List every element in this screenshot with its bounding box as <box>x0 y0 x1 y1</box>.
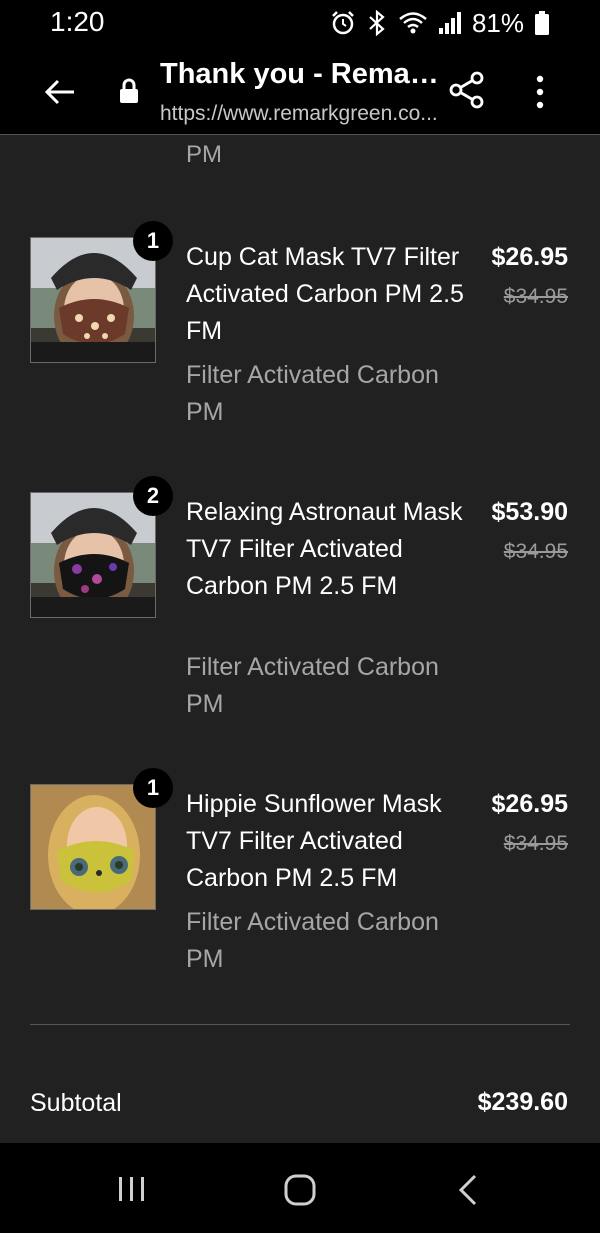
product-thumbnail[interactable] <box>30 492 156 618</box>
lock-icon[interactable] <box>118 78 140 104</box>
product-price: $53.90 <box>491 498 568 526</box>
order-summary: PM 1 Cup Cat Mask TV7 Filter Activated C… <box>0 135 600 1143</box>
back-icon[interactable] <box>456 1173 480 1207</box>
divider <box>30 1024 570 1025</box>
battery-percent: 81% <box>471 7 524 38</box>
battery-icon <box>535 11 549 35</box>
bluetooth-icon <box>369 10 385 36</box>
product-variant: Filter Activated Carbon PM <box>186 361 439 426</box>
home-icon[interactable] <box>283 1173 317 1207</box>
product-variant: Filter Activated Carbon PM <box>186 908 439 973</box>
subtotal-label: Subtotal <box>30 1089 122 1117</box>
product-variant: Filter Activated Carbon PM <box>186 653 439 718</box>
alarm-icon <box>332 11 354 35</box>
status-bar: 1:20 81% <box>0 0 600 48</box>
product-name[interactable]: Hippie Sunflower Mask TV7 Filter Activat… <box>186 786 466 897</box>
status-time: 1:20 <box>50 6 105 37</box>
browser-app-bar: Thank you - Remark... https://www.remark… <box>0 48 600 135</box>
product-price: $26.95 <box>491 790 568 818</box>
product-price: $26.95 <box>491 243 568 271</box>
product-name[interactable]: Cup Cat Mask TV7 Filter Activated Carbon… <box>186 239 466 350</box>
share-icon[interactable] <box>448 70 486 110</box>
quantity-badge: 1 <box>133 221 173 261</box>
page-url[interactable]: https://www.remarkgreen.co... <box>160 102 445 126</box>
system-nav-bar <box>0 1143 600 1233</box>
recents-icon[interactable] <box>116 1173 148 1205</box>
product-thumbnail[interactable] <box>30 237 156 363</box>
subtotal-value: $239.60 <box>477 1088 568 1116</box>
product-thumbnail[interactable] <box>30 784 156 910</box>
quantity-badge: 1 <box>133 768 173 808</box>
signal-icon <box>438 12 461 34</box>
quantity-badge: 2 <box>133 476 173 516</box>
page-title[interactable]: Thank you - Remark... <box>160 58 440 91</box>
compare-at-price: $34.95 <box>503 832 568 855</box>
compare-at-price: $34.95 <box>503 285 568 308</box>
wifi-icon <box>399 12 427 34</box>
status-icons: 81% <box>330 8 550 38</box>
previous-item-variant: PM <box>186 141 222 168</box>
back-arrow-icon[interactable] <box>42 74 78 110</box>
more-vert-icon[interactable] <box>530 74 550 110</box>
compare-at-price: $34.95 <box>503 540 568 563</box>
product-name[interactable]: Relaxing Astronaut Mask TV7 Filter Activ… <box>186 494 466 605</box>
